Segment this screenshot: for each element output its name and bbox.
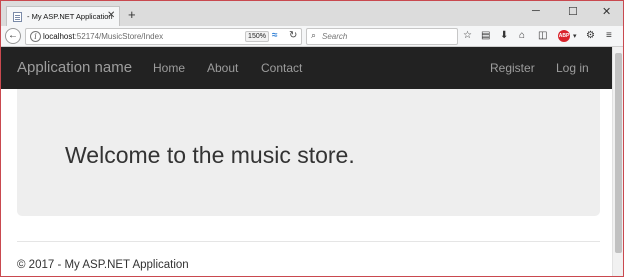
nav-link-register[interactable]: Register [490, 61, 535, 75]
zoom-level-badge[interactable]: 150% [245, 31, 269, 42]
address-bar[interactable]: i localhost:52174/MusicStore/Index 150% … [25, 28, 302, 45]
tab-title: - My ASP.NET Application [27, 12, 113, 21]
bookmark-star-icon[interactable]: ☆ [463, 30, 472, 42]
reload-icon[interactable]: ↻ [289, 30, 297, 41]
jumbotron-heading: Welcome to the music store. [65, 142, 355, 168]
adblock-icon[interactable]: ABP [558, 30, 570, 42]
browser-toolbar: ← i localhost:52174/MusicStore/Index 150… [1, 26, 623, 47]
minimize-button[interactable]: ─ [532, 5, 540, 17]
hamburger-menu-icon[interactable]: ≡ [606, 30, 612, 42]
footer-divider [17, 241, 600, 242]
search-bar[interactable]: ⌕ [306, 28, 458, 45]
page-favicon-icon [13, 12, 22, 22]
site-info-icon[interactable]: i [30, 31, 41, 42]
footer-text: © 2017 - My ASP.NET Application [17, 259, 189, 271]
new-tab-button[interactable]: + [128, 8, 136, 21]
page-viewport: Application name Home About Contact Regi… [1, 47, 612, 276]
browser-window: - My ASP.NET Application ✕ + ─ ☐ ✕ ← i l… [0, 0, 624, 277]
reading-list-icon[interactable]: ▤ [481, 30, 490, 42]
addon-icon[interactable]: ≈ [272, 30, 278, 41]
search-input[interactable] [322, 30, 454, 43]
search-icon: ⌕ [311, 30, 317, 40]
tab-close-icon[interactable]: ✕ [107, 10, 115, 21]
scrollbar-thumb[interactable] [615, 53, 622, 253]
brand-link[interactable]: Application name [17, 59, 132, 76]
site-navbar: Application name Home About Contact Regi… [1, 47, 612, 89]
extension-menu-icon[interactable]: ▾ [573, 31, 577, 43]
browser-tab[interactable]: - My ASP.NET Application ✕ [6, 6, 120, 26]
nav-link-contact[interactable]: Contact [261, 61, 302, 75]
url-host: localhost [43, 32, 75, 41]
page-scrollbar[interactable] [612, 47, 623, 276]
tab-strip: - My ASP.NET Application ✕ + ─ ☐ ✕ [1, 1, 623, 26]
url-path: :52174/MusicStore/Index [74, 32, 164, 41]
nav-link-login[interactable]: Log in [556, 61, 589, 75]
downloads-icon[interactable]: ⬇ [500, 30, 508, 42]
maximize-button[interactable]: ☐ [568, 5, 578, 18]
back-button[interactable]: ← [5, 28, 21, 44]
jumbotron: Welcome to the music store. [17, 89, 600, 216]
extension-icon[interactable]: ⚙ [586, 30, 595, 42]
nav-link-about[interactable]: About [207, 61, 238, 75]
home-icon[interactable]: ⌂ [519, 30, 525, 42]
close-window-button[interactable]: ✕ [602, 5, 611, 18]
nav-link-home[interactable]: Home [153, 61, 185, 75]
url-text[interactable]: localhost:52174/MusicStore/Index [43, 32, 163, 41]
pocket-icon[interactable]: ◫ [538, 30, 547, 42]
